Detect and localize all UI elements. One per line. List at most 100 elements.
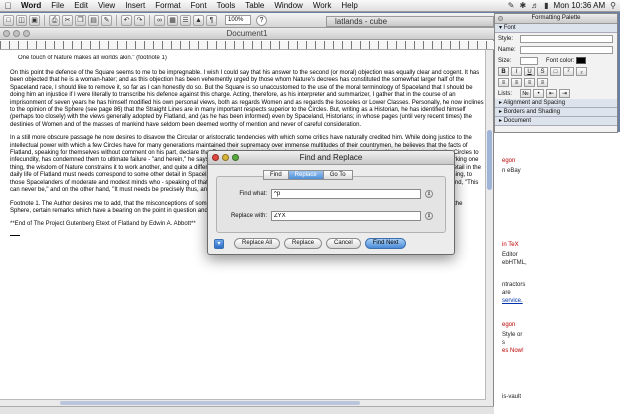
replace-all-button[interactable]: Replace All bbox=[234, 238, 281, 249]
menubar-status-area: ✎ ✱ ♬ ▮ Mon 10:36 AM ⚲ bbox=[508, 1, 620, 10]
new-document-icon[interactable]: □ bbox=[3, 14, 14, 26]
menu-window[interactable]: Window bbox=[269, 1, 307, 10]
drawing-icon[interactable]: ▲ bbox=[193, 14, 204, 26]
horizontal-ruler[interactable] bbox=[0, 41, 494, 50]
palette-section-alignment[interactable]: ▸ Alignment and Spacing bbox=[495, 99, 617, 108]
superscript-icon[interactable]: ² bbox=[563, 67, 574, 76]
menu-work[interactable]: Work bbox=[308, 1, 337, 10]
spotlight-icon[interactable]: ⚲ bbox=[610, 1, 616, 10]
expand-options-icon[interactable]: ▾ bbox=[214, 238, 224, 249]
dialog-title-bar[interactable]: Find and Replace bbox=[208, 151, 454, 165]
zoom-select[interactable]: 100% bbox=[225, 15, 251, 25]
hyperlink-icon[interactable]: ∞ bbox=[154, 14, 165, 26]
palette-close-icon[interactable] bbox=[498, 16, 503, 21]
tab-go-to[interactable]: Go To bbox=[322, 170, 353, 180]
tab-find[interactable]: Find bbox=[263, 170, 289, 180]
replace-button[interactable]: Replace bbox=[284, 238, 323, 249]
italic-button[interactable]: I bbox=[511, 67, 522, 76]
decrease-indent-icon[interactable]: ⇤ bbox=[546, 89, 557, 98]
palette-section-borders[interactable]: ▸ Borders and Shading bbox=[495, 108, 617, 117]
dialog-minimize-icon[interactable] bbox=[222, 154, 229, 161]
save-icon[interactable]: ▣ bbox=[29, 14, 40, 26]
dialog-zoom-icon[interactable] bbox=[232, 154, 239, 161]
cancel-button[interactable]: Cancel bbox=[326, 238, 361, 249]
document-title: Document1 bbox=[226, 29, 268, 38]
menu-insert[interactable]: Insert bbox=[120, 1, 150, 10]
background-browser-window[interactable]: egon n eBay in TeX Editor ebHTML, ntract… bbox=[494, 132, 620, 414]
menu-font[interactable]: Font bbox=[186, 1, 212, 10]
replace-history-chevron-icon[interactable]: ⇕ bbox=[425, 212, 433, 220]
document-title-bar[interactable]: Document1 bbox=[0, 28, 494, 40]
tab-replace[interactable]: Replace bbox=[287, 170, 324, 180]
vertical-scrollbar[interactable] bbox=[485, 50, 493, 406]
paste-icon[interactable]: ▤ bbox=[88, 14, 99, 26]
palette-section-borders-label: Borders and Shading bbox=[503, 109, 561, 115]
menu-table[interactable]: Table bbox=[240, 1, 269, 10]
background-text-line: Style or bbox=[502, 332, 523, 338]
increase-indent-icon[interactable]: ⇥ bbox=[559, 89, 570, 98]
battery-icon[interactable]: ▮ bbox=[544, 1, 548, 10]
style-row: Style: bbox=[495, 33, 617, 44]
palette-section-font[interactable]: ▾ Font bbox=[495, 24, 617, 33]
font-size-label: Size: bbox=[498, 57, 512, 64]
menu-help[interactable]: Help bbox=[336, 1, 362, 10]
font-color-swatch[interactable] bbox=[576, 57, 587, 64]
script-menu-icon[interactable]: ✎ bbox=[508, 1, 515, 10]
dialog-close-icon[interactable] bbox=[212, 154, 219, 161]
print-icon[interactable]: ⎙ bbox=[49, 14, 60, 26]
menu-tools[interactable]: Tools bbox=[212, 1, 241, 10]
vertical-scroll-thumb[interactable] bbox=[487, 130, 492, 190]
open-folder-icon[interactable]: ◫ bbox=[16, 14, 27, 26]
palette-section-document[interactable]: ▸ Document bbox=[495, 117, 617, 126]
palette-title-bar[interactable]: Formatting Palette bbox=[495, 14, 617, 24]
align-left-icon[interactable]: ≡ bbox=[498, 78, 509, 87]
find-history-chevron-icon[interactable]: ⇕ bbox=[425, 190, 433, 198]
format-painter-icon[interactable]: ✎ bbox=[101, 14, 112, 26]
style-select[interactable] bbox=[520, 34, 613, 43]
menu-app-word[interactable]: Word bbox=[16, 1, 46, 10]
menu-view[interactable]: View bbox=[93, 1, 120, 10]
menu-file[interactable]: File bbox=[46, 1, 69, 10]
dialog-tabs: Find Replace Go To bbox=[263, 170, 353, 180]
redo-icon[interactable]: ↷ bbox=[134, 14, 145, 26]
outline-icon[interactable]: □ bbox=[550, 67, 561, 76]
menu-format[interactable]: Format bbox=[150, 1, 185, 10]
numbered-list-icon[interactable]: № bbox=[520, 89, 531, 98]
undo-icon[interactable]: ↶ bbox=[121, 14, 132, 26]
font-name-select[interactable] bbox=[520, 45, 613, 54]
status-bar bbox=[0, 406, 494, 414]
lists-row: Lists: № • ⇤ ⇥ bbox=[495, 88, 617, 99]
font-size-select[interactable] bbox=[520, 56, 538, 65]
apple-menu-icon[interactable]:  bbox=[0, 1, 16, 11]
font-size-row: Size: Font color: bbox=[495, 55, 617, 66]
copy-icon[interactable]: ❐ bbox=[75, 14, 86, 26]
bulleted-list-icon[interactable]: • bbox=[533, 89, 544, 98]
horizontal-scroll-thumb[interactable] bbox=[60, 401, 360, 405]
find-replace-dialog: Find and Replace Find what: ⇕ Replace wi… bbox=[207, 150, 455, 255]
tables-icon[interactable]: ▦ bbox=[167, 14, 178, 26]
align-center-icon[interactable]: ≡ bbox=[511, 78, 522, 87]
find-what-input[interactable] bbox=[271, 189, 421, 199]
align-right-icon[interactable]: ≡ bbox=[524, 78, 535, 87]
find-next-button[interactable]: Find Next bbox=[364, 238, 407, 249]
horizontal-scrollbar[interactable] bbox=[0, 399, 486, 406]
volume-icon[interactable]: ♬ bbox=[531, 1, 539, 10]
bluetooth-icon[interactable]: ✱ bbox=[519, 1, 526, 10]
subscript-icon[interactable]: ₂ bbox=[576, 67, 587, 76]
find-what-label: Find what: bbox=[239, 191, 267, 197]
help-icon[interactable]: ? bbox=[256, 14, 267, 26]
shadow-button[interactable]: S bbox=[537, 67, 548, 76]
justify-icon[interactable]: ≡ bbox=[537, 78, 548, 87]
columns-icon[interactable]: ☰ bbox=[180, 14, 191, 26]
menubar-clock[interactable]: Mon 10:36 AM bbox=[554, 1, 606, 10]
replace-with-input[interactable] bbox=[271, 211, 421, 221]
background-window-title[interactable]: latlands - cube bbox=[326, 16, 494, 27]
cut-icon[interactable]: ✂ bbox=[62, 14, 73, 26]
bold-button[interactable]: B bbox=[498, 67, 509, 76]
menu-edit[interactable]: Edit bbox=[69, 1, 93, 10]
show-paragraph-icon[interactable]: ¶ bbox=[206, 14, 217, 26]
palette-title: Formatting Palette bbox=[531, 15, 581, 21]
background-text-line: egon bbox=[502, 322, 516, 328]
replace-with-label: Replace with: bbox=[230, 213, 267, 219]
underline-button[interactable]: U bbox=[524, 67, 535, 76]
